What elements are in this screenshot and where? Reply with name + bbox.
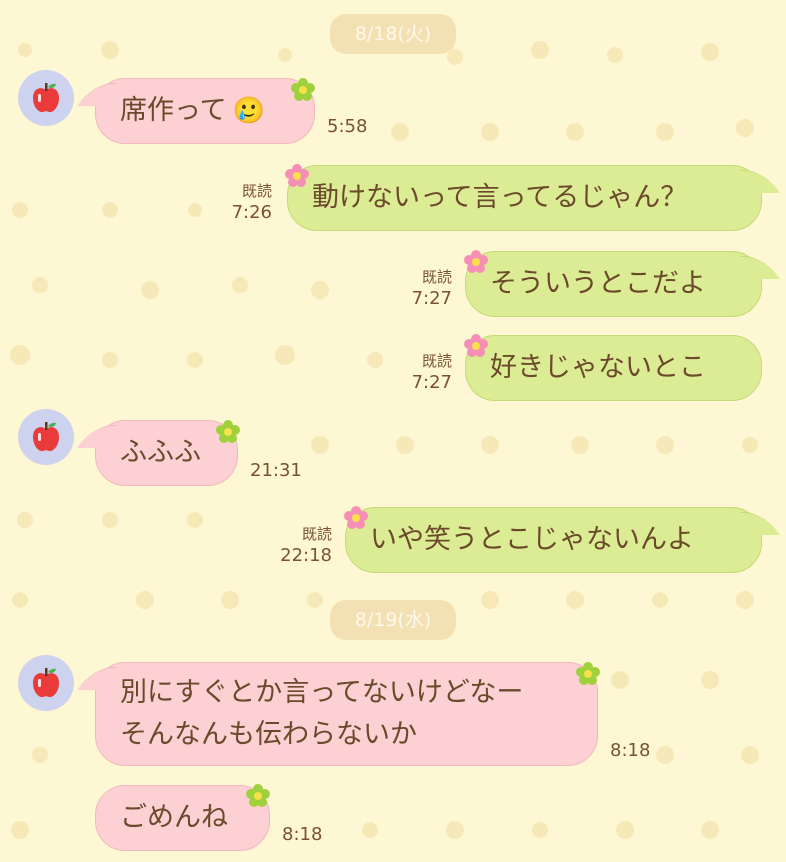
message-text-line: 別にすぐとか言ってないけどなー — [120, 677, 524, 708]
avatar[interactable] — [18, 70, 74, 126]
pink-flower-icon — [464, 250, 488, 273]
read-receipt: 既読 — [421, 268, 452, 286]
read-receipt: 既読 — [301, 525, 332, 543]
message-bubble[interactable]: 動けないって言ってるじゃん？ — [287, 165, 762, 231]
message-meta: 既読 7:27 — [402, 266, 452, 310]
message-time: 22:18 — [280, 545, 332, 566]
message-time: 8:18 — [610, 740, 651, 761]
pink-flower-icon — [285, 164, 309, 187]
apple-icon — [33, 422, 59, 452]
message-text: ふふふ — [120, 437, 201, 468]
pink-flower-icon — [464, 334, 488, 357]
message-time: 21:31 — [250, 460, 302, 481]
message-text: そういうとこだよ — [490, 268, 706, 299]
read-receipt: 既読 — [241, 182, 272, 200]
message-bubble[interactable]: そういうとこだよ — [465, 251, 762, 317]
message-time: 7:26 — [231, 202, 272, 223]
message-bubble[interactable]: 別にすぐとか言ってないけどなー そんなんも伝わらないか — [95, 662, 598, 766]
green-flower-icon — [216, 420, 240, 443]
avatar[interactable] — [18, 409, 74, 465]
message-time: 8:18 — [282, 824, 323, 845]
date-separator: 8/18(火) — [330, 14, 456, 54]
avatar[interactable] — [18, 655, 74, 711]
message-bubble[interactable]: 席作って 🥲 — [95, 78, 315, 144]
message-meta: 既読 22:18 — [272, 523, 332, 567]
message-text: いや笑うとこじゃないんよ — [370, 524, 694, 555]
message-time: 7:27 — [411, 288, 452, 309]
apple-icon — [33, 668, 59, 698]
message-text: 動けないって言ってるじゃん？ — [312, 182, 688, 213]
green-flower-icon — [246, 784, 270, 807]
read-receipt: 既読 — [421, 352, 452, 370]
date-separator: 8/19(水) — [330, 600, 456, 640]
message-meta: 既読 7:26 — [222, 180, 272, 224]
message-bubble[interactable]: 好きじゃないとこ — [465, 335, 762, 401]
message-time: 5:58 — [327, 116, 368, 137]
pink-flower-icon — [344, 506, 368, 529]
message-text-line: そんなんも伝わらないか — [120, 719, 417, 750]
emoji-icon: 🥲 — [232, 96, 266, 126]
message-bubble[interactable]: いや笑うとこじゃないんよ — [345, 507, 762, 573]
message-time: 7:27 — [411, 372, 452, 393]
message-meta: 既読 7:27 — [402, 350, 452, 394]
apple-icon — [33, 83, 59, 113]
message-bubble[interactable]: ごめんね — [95, 785, 270, 851]
message-text: 好きじゃないとこ — [490, 352, 706, 383]
message-text: 席作って — [120, 95, 227, 126]
green-flower-icon — [576, 662, 600, 685]
message-text: ごめんね — [120, 802, 228, 833]
green-flower-icon — [291, 78, 315, 101]
